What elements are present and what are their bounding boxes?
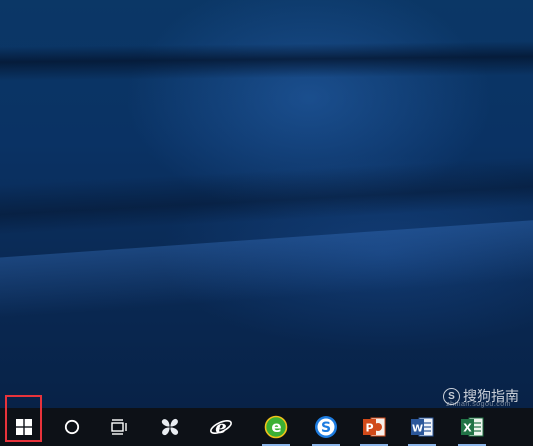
svg-text:W: W bbox=[412, 424, 423, 435]
svg-text:X: X bbox=[463, 422, 472, 435]
cortana-circle-icon bbox=[64, 419, 80, 435]
green-browser-icon: e bbox=[264, 415, 288, 439]
svg-text:e: e bbox=[271, 418, 281, 436]
powerpoint-icon: P bbox=[363, 417, 386, 437]
desktop-wallpaper bbox=[0, 0, 533, 408]
svg-text:S: S bbox=[321, 420, 331, 436]
excel-icon: X bbox=[461, 417, 484, 437]
internet-explorer[interactable]: e bbox=[199, 408, 243, 446]
start-button-highlight-box bbox=[5, 395, 42, 442]
svg-text:e: e bbox=[215, 417, 226, 438]
pinwheel-app-icon bbox=[161, 418, 179, 436]
wallpaper-light-beam bbox=[0, 40, 533, 82]
wallpaper-light-beam-lower bbox=[0, 215, 533, 321]
word-icon: W bbox=[411, 417, 434, 437]
sogou-browser[interactable]: S bbox=[304, 408, 348, 446]
cortana-search-button[interactable] bbox=[50, 408, 94, 446]
ie-icon: e bbox=[210, 417, 232, 438]
sogou-s-icon: S bbox=[315, 416, 337, 438]
wallpaper-shadow-band bbox=[0, 153, 533, 237]
powerpoint[interactable]: P bbox=[352, 408, 396, 446]
task-view-icon bbox=[111, 419, 127, 435]
task-view-button[interactable] bbox=[97, 408, 141, 446]
taskbar: e e S P W X bbox=[0, 408, 533, 446]
svg-text:P: P bbox=[365, 422, 373, 435]
360-browser[interactable]: e bbox=[254, 408, 298, 446]
excel[interactable]: X bbox=[450, 408, 494, 446]
pinned-app-pinwheel[interactable] bbox=[148, 408, 192, 446]
watermark-url: zhinan.sogou.com bbox=[446, 401, 511, 408]
word[interactable]: W bbox=[400, 408, 444, 446]
